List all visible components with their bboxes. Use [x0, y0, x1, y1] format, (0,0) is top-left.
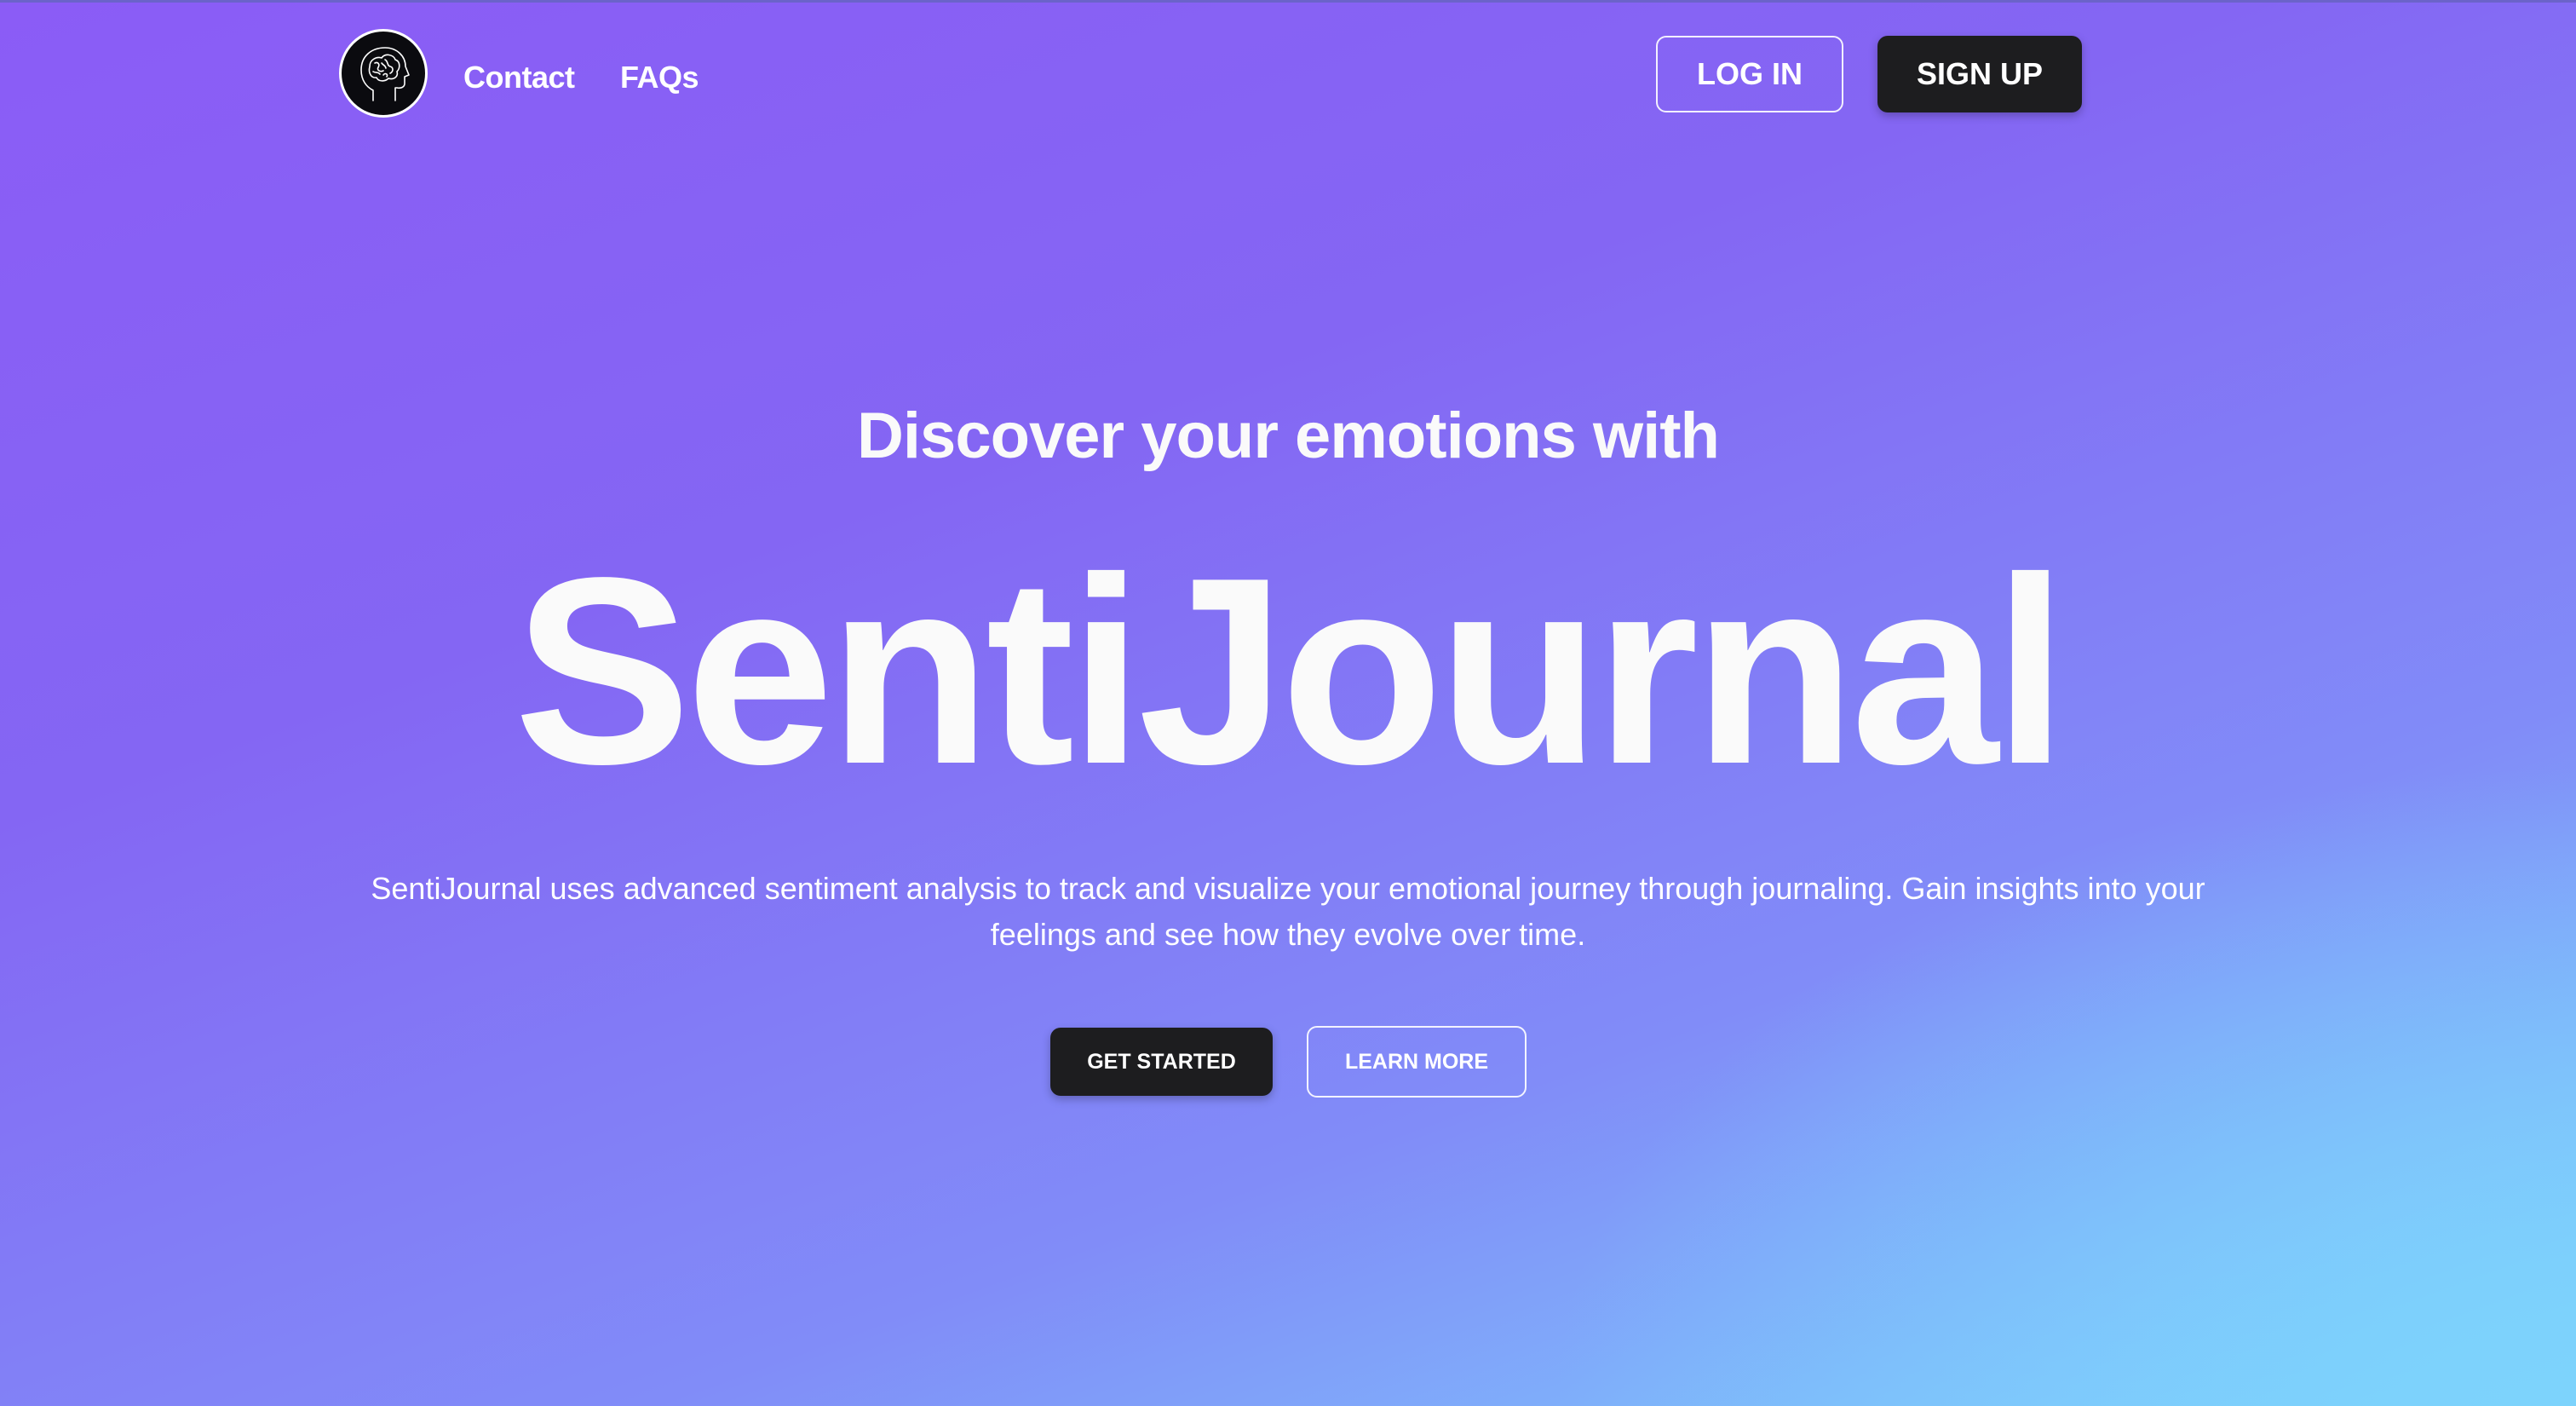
login-button[interactable]: LOG IN: [1656, 36, 1843, 112]
get-started-button[interactable]: GET STARTED: [1050, 1028, 1273, 1096]
nav-link-faqs[interactable]: FAQs: [620, 56, 699, 99]
hero-subtitle: Discover your emotions with: [857, 400, 1720, 472]
nav-link-contact[interactable]: Contact: [463, 56, 575, 99]
signup-button[interactable]: SIGN UP: [1877, 36, 2082, 112]
logo[interactable]: [339, 29, 428, 118]
hero-title: SentiJournal: [514, 523, 2067, 820]
hero-description: SentiJournal uses advanced sentiment ana…: [371, 871, 2205, 952]
learn-more-button[interactable]: LEARN MORE: [1307, 1026, 1527, 1098]
brain-head-icon: [360, 47, 410, 101]
top-border: [0, 0, 2576, 3]
